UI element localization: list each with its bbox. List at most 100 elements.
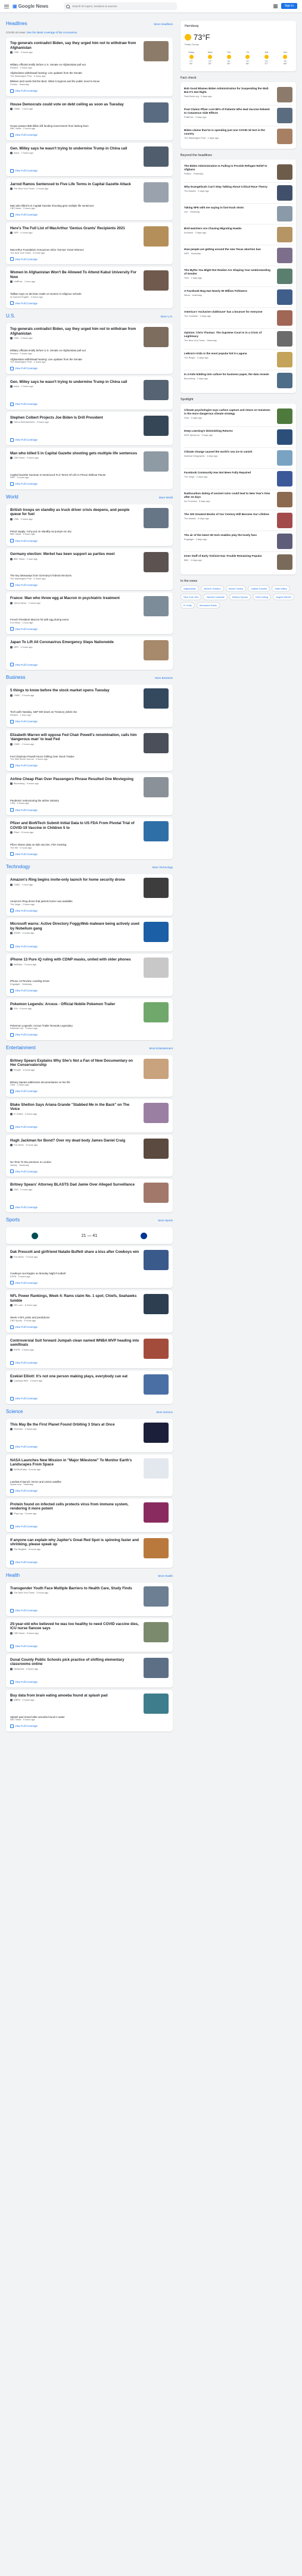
full-coverage-link[interactable]: View Full Coverage: [10, 1361, 169, 1365]
story-thumbnail[interactable]: [144, 640, 169, 661]
sidebar-story-headline[interactable]: Climate change caused the world's sea ic…: [184, 450, 270, 454]
full-coverage-link[interactable]: View Full Coverage: [10, 482, 169, 486]
sidebar-story-headline[interactable]: Deep Learning's Diminishing Returns: [184, 429, 270, 433]
sidebar-thumbnail[interactable]: [277, 352, 292, 367]
story-thumbnail[interactable]: [144, 958, 169, 978]
sidebar-thumbnail[interactable]: [277, 206, 292, 222]
full-coverage-link[interactable]: View Full Coverage: [10, 169, 169, 173]
story-thumbnail[interactable]: [144, 922, 169, 943]
sidebar-story-headline[interactable]: Inner Staff of Early Violinist Has Troub…: [184, 554, 270, 558]
story-headline[interactable]: Protein found on infected cells protects…: [10, 1502, 140, 1511]
sidebar-thumbnail[interactable]: [277, 450, 292, 466]
sidebar-story[interactable]: LeBron's Kids is the most popular kid in…: [184, 350, 292, 370]
related-story[interactable]: Petrol supply: Army put on standby as pu…: [10, 530, 169, 537]
related-story[interactable]: Landsat 9 launch: NASA and USGS satellit…: [10, 1480, 169, 1487]
story-headline[interactable]: Buy data from brain eating amoeba found …: [10, 1694, 140, 1698]
full-coverage-link[interactable]: View Full Coverage: [10, 988, 169, 993]
story-headline[interactable]: Transgender Youth Face Multiple Barriers…: [10, 1586, 140, 1591]
sidebar-story-headline[interactable]: Opinion: Chris Thomas: The Supreme Court…: [184, 331, 270, 338]
story-headline[interactable]: Top generals contradict Biden, say they …: [10, 41, 140, 50]
story-headline[interactable]: Here's The Full List of MacArthur 'Geniu…: [10, 226, 140, 231]
sidebar-story[interactable]: Opinion: Chris Thomas: The Supreme Court…: [184, 329, 292, 350]
related-story[interactable]: MacArthur Foundation Announces 2021 'Gen…: [10, 248, 169, 255]
related-story[interactable]: No Time To Die premiere in London Variety…: [10, 1161, 169, 1167]
story-thumbnail[interactable]: [144, 415, 169, 436]
section-title[interactable]: U.S.: [6, 313, 15, 319]
story-thumbnail[interactable]: [144, 379, 169, 400]
sidebar-thumbnail[interactable]: [277, 513, 292, 528]
sidebar-story-headline[interactable]: Post Claims Pfizer Lost 80% of Patients …: [184, 108, 270, 115]
story-headline[interactable]: Gen. Milley says he wasn't trying to und…: [10, 380, 140, 385]
story-headline[interactable]: Microsoft warns: Active Directory FoggyW…: [10, 922, 140, 931]
sidebar-story-headline[interactable]: The Biden Administration Is Failing to P…: [184, 164, 270, 171]
full-coverage-link[interactable]: View Full Coverage: [10, 1089, 169, 1093]
story-headline[interactable]: Germany election: Merkel has been suppor…: [10, 552, 140, 557]
related-story[interactable]: Military officials testify before U.S. S…: [10, 63, 169, 70]
sidebar-story[interactable]: The Myths You Might Not Realize Are Shap…: [184, 266, 292, 287]
sidebar-thumbnail[interactable]: [277, 534, 292, 549]
full-coverage-link[interactable]: View Full Coverage: [10, 663, 169, 667]
story-thumbnail[interactable]: [144, 1693, 169, 1714]
search-box[interactable]: [64, 2, 178, 10]
story-thumbnail[interactable]: [144, 1502, 169, 1523]
full-coverage-link[interactable]: View Full Coverage: [10, 1396, 169, 1401]
topic-chip[interactable]: Afghanistan: [180, 585, 200, 592]
sidebar-story-headline[interactable]: Taking NFE with me saying to fast-track …: [184, 206, 270, 210]
story-thumbnail[interactable]: [144, 732, 169, 753]
sidebar-thumbnail[interactable]: [277, 471, 292, 486]
story-headline[interactable]: Britney Spears Explains Why She's Not a …: [10, 1059, 140, 1068]
sidebar-story[interactable]: A Facebook Bug Has Nearly 50 Million Fol…: [184, 287, 292, 308]
sidebar-thumbnail[interactable]: [277, 492, 292, 507]
story-headline[interactable]: Blake Shelton Says Ariana Grande "Stabbe…: [10, 1103, 140, 1112]
related-story[interactable]: Fed Chairman Powell Faces Grilling Over …: [10, 755, 169, 762]
menu-icon[interactable]: [4, 4, 9, 8]
sidebar-story-headline[interactable]: Biden claims that he is spending just on…: [184, 129, 270, 136]
story-thumbnail[interactable]: [144, 596, 169, 617]
story-headline[interactable]: Duval County Public Schools pick practic…: [10, 1658, 140, 1667]
google-news-logo[interactable]: ▣ Google News: [13, 4, 48, 9]
sidebar-story[interactable]: Deep Learning's Diminishing Returns IEEE …: [184, 427, 292, 448]
related-story[interactable]: Britney Spears addresses documentaries o…: [10, 1081, 169, 1087]
story-thumbnail[interactable]: [144, 1338, 169, 1359]
sidebar-thumbnail[interactable]: [277, 108, 292, 123]
more-link[interactable]: More U.S.: [161, 315, 173, 318]
story-thumbnail[interactable]: [144, 1458, 169, 1479]
sidebar-story[interactable]: Facebook Community Has Not Been Fully Re…: [184, 469, 292, 489]
full-coverage-link[interactable]: View Full Coverage: [10, 1680, 169, 1684]
story-thumbnail[interactable]: [144, 1102, 169, 1123]
sidebar-story[interactable]: The Biden Administration Is Failing to P…: [184, 162, 292, 183]
story-headline[interactable]: Ezekiel Elliott: It's not one person mak…: [10, 1374, 140, 1379]
related-story[interactable]: Afghanistan withdrawal hearing: Live upd…: [10, 71, 169, 78]
sidebar-story-headline[interactable]: Facebook Community Has Not Been Fully Re…: [184, 471, 270, 475]
related-story[interactable]: French President Macron hit with egg dur…: [10, 618, 169, 625]
sidebar-thumbnail[interactable]: [277, 373, 292, 388]
related-story[interactable]: Capital Gazette Gunman Is Sentenced To 5…: [10, 473, 169, 480]
story-headline[interactable]: NASA Launches New Mission in "Major Mile…: [10, 1458, 140, 1467]
related-story[interactable]: Military officials testify before U.S. S…: [10, 349, 169, 355]
related-story[interactable]: iPhone 13 Review: Landing Great Engadget …: [10, 980, 169, 986]
story-headline[interactable]: Women In Afghanistan Won't Be Allowed To…: [10, 270, 140, 279]
full-coverage-link[interactable]: View Full Coverage: [10, 627, 169, 631]
sidebar-story-headline[interactable]: LeBron's Kids is the most popular kid in…: [184, 352, 270, 355]
related-story[interactable]: Afghanistan withdrawal hearing: Live upd…: [10, 358, 169, 364]
story-thumbnail[interactable]: [144, 1621, 169, 1642]
apps-grid-icon[interactable]: [273, 4, 278, 8]
full-coverage-link[interactable]: View Full Coverage: [10, 1125, 169, 1129]
more-link[interactable]: More Entertainment: [149, 1047, 173, 1050]
sidebar-story[interactable]: Climate psychologist says carbon capture…: [184, 406, 292, 427]
story-headline[interactable]: Gen. Milley says he wasn't trying to und…: [10, 146, 140, 151]
sign-in-button[interactable]: Sign in: [281, 3, 297, 9]
full-coverage-link[interactable]: View Full Coverage: [10, 1170, 169, 1174]
full-coverage-link[interactable]: View Full Coverage: [10, 438, 169, 442]
more-link[interactable]: More Sports: [158, 1219, 173, 1222]
section-title[interactable]: Headlines: [6, 21, 27, 26]
story-headline[interactable]: Japan To Lift All Coronavirus Emergency …: [10, 640, 140, 645]
story-headline[interactable]: Stephen Colbert Projects Joe Biden Is Dr…: [10, 416, 140, 420]
section-title[interactable]: Sports: [6, 1217, 20, 1222]
story-headline[interactable]: Amazon's Ring begins invite-only launch …: [10, 878, 140, 882]
story-thumbnail[interactable]: [144, 226, 169, 247]
sidebar-story[interactable]: Biden claims that he is spending just on…: [184, 126, 292, 146]
story-headline[interactable]: House Democrats could vote on debt ceili…: [10, 102, 140, 107]
story-thumbnail[interactable]: [144, 182, 169, 202]
sidebar-story[interactable]: The air of the latest 3D tech enables pl…: [184, 531, 292, 552]
